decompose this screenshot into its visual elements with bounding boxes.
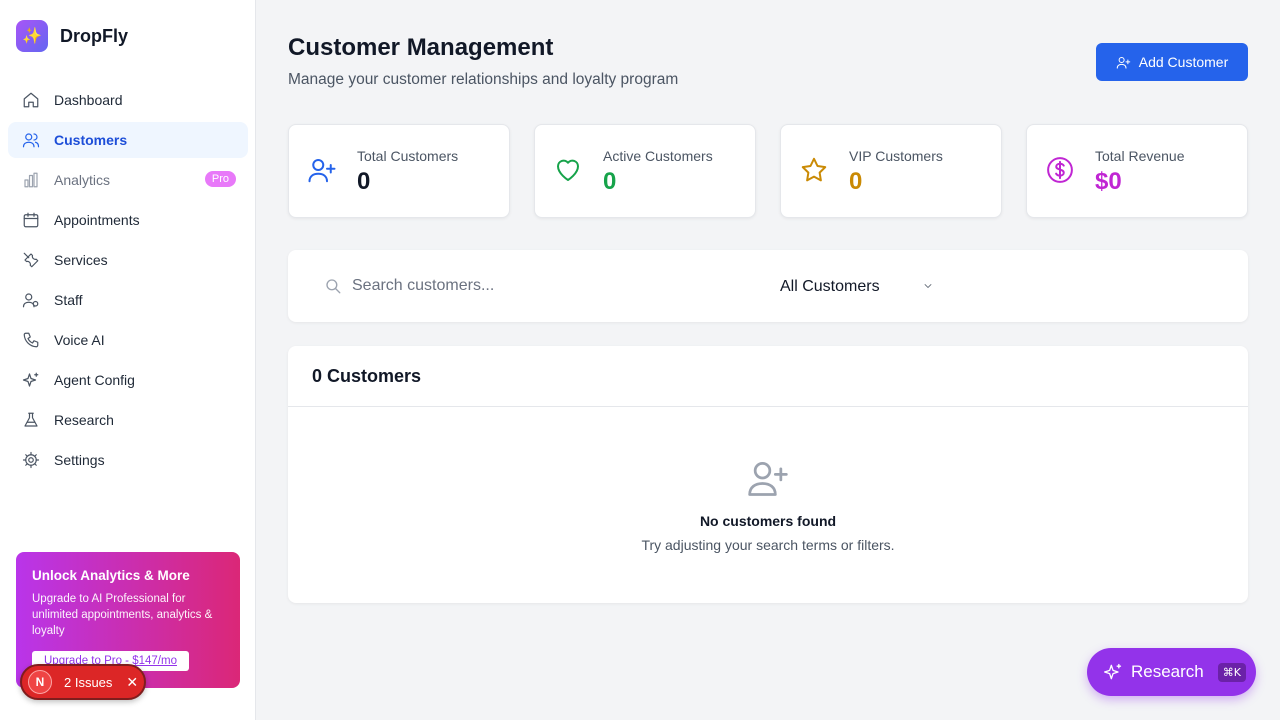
- sidebar-item-dashboard[interactable]: Dashboard: [8, 82, 248, 118]
- filter-select-value: All Customers: [780, 278, 880, 295]
- user-plus-icon: [1116, 56, 1130, 69]
- stat-card-total-customers: Total Customers 0: [288, 124, 510, 218]
- users-icon: [22, 131, 40, 149]
- stat-card-vip-customers: VIP Customers 0: [780, 124, 1002, 218]
- sidebar-item-label: Staff: [54, 292, 83, 308]
- chevron-down-icon[interactable]: [922, 279, 934, 291]
- stat-value: 0: [603, 168, 617, 195]
- sparkles-icon: [1104, 663, 1122, 680]
- sidebar-item-label: Appointments: [54, 212, 140, 228]
- sidebar-nav: Dashboard Customers Analytics Pro Appoin…: [8, 82, 248, 482]
- sidebar-item-label: Services: [54, 252, 108, 268]
- add-customer-button[interactable]: Add Customer: [1096, 43, 1248, 81]
- gear-icon: [22, 451, 40, 469]
- sidebar-item-customers[interactable]: Customers: [8, 122, 248, 158]
- home-icon: [22, 91, 40, 109]
- sidebar-item-label: Customers: [54, 132, 128, 148]
- sidebar-item-agent-config[interactable]: Agent Config: [8, 362, 248, 398]
- stat-value: 0: [357, 168, 371, 195]
- shortcut-badge: ⌘K: [1217, 662, 1246, 682]
- sidebar-item-analytics[interactable]: Analytics Pro: [8, 162, 248, 198]
- stat-card-total-revenue: Total Revenue $0: [1026, 124, 1248, 218]
- promo-text: Upgrade to AI Professional for unlimited…: [32, 593, 213, 637]
- user-plus-icon: [746, 456, 790, 500]
- flask-icon: [22, 411, 40, 429]
- sparkles-logo-icon: ✨: [16, 20, 48, 52]
- sidebar-item-label: Analytics: [54, 172, 111, 188]
- customer-list: 0 Customers No customers found Try adjus…: [288, 346, 1248, 603]
- bar-chart-icon: [22, 171, 40, 189]
- search-input[interactable]: [352, 272, 752, 300]
- sparkles-icon: [22, 371, 40, 389]
- phone-icon: [22, 331, 40, 349]
- search-icon: [324, 277, 342, 295]
- sidebar: ✨ DropFly Dashboard Customers Analytics …: [0, 0, 256, 720]
- stat-card-active-customers: Active Customers 0: [534, 124, 756, 218]
- sidebar-item-services[interactable]: Services: [8, 242, 248, 278]
- close-icon[interactable]: ✕: [126, 674, 138, 691]
- research-label: Research: [1131, 662, 1204, 681]
- sidebar-item-staff[interactable]: Staff: [8, 282, 248, 318]
- issues-label: 2 Issues: [64, 674, 113, 690]
- tools-icon: [22, 251, 40, 269]
- sidebar-item-label: Agent Config: [54, 372, 135, 388]
- stat-label: Total Customers: [357, 148, 459, 164]
- sidebar-item-label: Research: [54, 412, 114, 428]
- user-plus-icon: [307, 155, 337, 185]
- sidebar-item-label: Dashboard: [54, 92, 123, 108]
- filter-bar: All Customers: [288, 250, 1248, 322]
- stat-label: Total Revenue: [1095, 148, 1185, 164]
- sidebar-item-label: Settings: [54, 452, 105, 468]
- staff-icon: [22, 291, 40, 309]
- calendar-icon: [22, 211, 40, 229]
- stat-value: 0: [849, 168, 863, 195]
- stat-label: VIP Customers: [849, 148, 943, 164]
- sidebar-item-research[interactable]: Research: [8, 402, 248, 438]
- heart-icon: [553, 155, 583, 185]
- pro-badge: Pro: [204, 171, 236, 187]
- issues-badge[interactable]: N 2 Issues ✕: [20, 664, 146, 700]
- empty-state-title: No customers found: [699, 513, 837, 529]
- empty-state-subtitle: Try adjusting your search terms or filte…: [641, 537, 895, 553]
- sidebar-item-appointments[interactable]: Appointments: [8, 202, 248, 238]
- brand[interactable]: ✨ DropFly: [16, 20, 128, 52]
- sidebar-item-voice-ai[interactable]: Voice AI: [8, 322, 248, 358]
- customer-count: 0 Customers: [288, 346, 1248, 407]
- promo-title: Unlock Analytics & More: [32, 568, 190, 583]
- customer-filter-select[interactable]: All Customers: [780, 274, 940, 300]
- add-customer-label: Add Customer: [1138, 54, 1229, 70]
- stat-label: Active Customers: [603, 148, 713, 164]
- sidebar-item-label: Voice AI: [54, 332, 105, 348]
- brand-name: DropFly: [60, 25, 129, 46]
- star-icon: [799, 155, 829, 185]
- dollar-icon: [1045, 155, 1075, 185]
- stat-value: $0: [1095, 168, 1122, 195]
- next-logo-icon: N: [28, 670, 52, 694]
- research-button[interactable]: Research ⌘K: [1087, 648, 1256, 696]
- sidebar-item-settings[interactable]: Settings: [8, 442, 248, 478]
- page-subtitle: Manage your customer relationships and l…: [288, 71, 679, 88]
- page-title: Customer Management: [288, 34, 554, 61]
